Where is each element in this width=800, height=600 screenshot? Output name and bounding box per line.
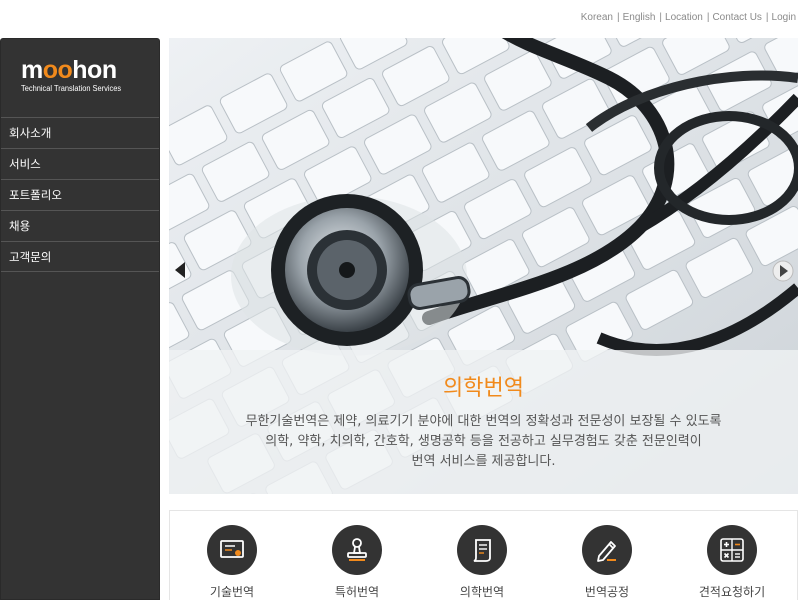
sidebar: moohon Technical Translation Services 회사… [0,38,160,600]
sidebar-item-services[interactable]: 서비스 [1,148,159,179]
chevron-right-icon [772,260,794,282]
location-link[interactable]: Location [665,12,703,23]
sidebar-item-label: 고객문의 [9,249,52,264]
separator: | [706,11,710,23]
hero-caption: 의학번역 무한기술번역은 제약, 의료기기 분야에 대한 번역의 정확성과 전문… [169,350,798,494]
chevron-left-icon [175,262,185,278]
top-links: Korean | English | Location | Contact Us… [581,10,796,24]
sidebar-item-label: 회사소개 [9,126,52,140]
services-bar: 기술번역 특허번역 의학번역 번역공정 견적요청하기 [169,510,798,600]
logo[interactable]: moohon Technical Translation Services [21,56,143,95]
service-label: 특허번역 [334,585,380,599]
hero-title: 의학번역 [443,376,524,401]
slider-prev-button[interactable] [171,260,191,280]
sidebar-item-portfolio[interactable]: 포트폴리오 [1,179,159,210]
sidebar-item-label: 포트폴리오 [9,188,62,202]
service-technical-translation[interactable]: 기술번역 [182,525,282,600]
separator: | [659,11,663,23]
calculator-icon [707,525,757,575]
hero-slider: 의학번역 무한기술번역은 제약, 의료기기 분야에 대한 번역의 정확성과 전문… [169,38,798,494]
sidebar-item-contact[interactable]: 고객문의 [1,241,159,272]
slider-next-button[interactable] [772,260,794,282]
separator: | [617,11,620,23]
service-medical-translation[interactable]: 의학번역 [432,525,532,600]
lang-english-link[interactable]: English [623,12,656,23]
sidebar-item-label: 채용 [9,219,31,233]
hero-description: 무한기술번역은 제약, 의료기기 분야에 대한 번역의 정확성과 전문성이 보장… [169,412,798,472]
certificate-icon [207,525,257,575]
service-label: 견적요청하기 [698,585,766,599]
logo-wordmark: moohon [21,56,117,84]
sidebar-menu: 회사소개 서비스 포트폴리오 채용 고객문의 [1,117,159,272]
service-label: 의학번역 [459,585,505,599]
hero-description-line: 무한기술번역은 제약, 의료기기 분야에 대한 번역의 정확성과 전문성이 보장… [245,414,722,429]
hero-description-line: 의학, 약학, 치의학, 간호학, 생명공학 등을 전공하고 실무경험도 갖춘 … [265,434,702,449]
lang-korean-link[interactable]: Korean [581,12,613,23]
logo-tagline: Technical Translation Services [21,84,122,93]
scroll-icon [457,525,507,575]
service-translation-process[interactable]: 번역공정 [557,525,657,600]
hero-description-line: 번역 서비스를 제공합니다. [411,454,556,469]
service-request-quote[interactable]: 견적요청하기 [682,525,782,600]
login-link[interactable]: Login [772,12,796,23]
pencil-icon [582,525,632,575]
separator: | [765,11,769,23]
service-label: 번역공정 [584,585,630,599]
stamp-icon [332,525,382,575]
sidebar-item-careers[interactable]: 채용 [1,210,159,241]
sidebar-item-company[interactable]: 회사소개 [1,117,159,148]
service-patent-translation[interactable]: 특허번역 [307,525,407,600]
contact-us-link[interactable]: Contact Us [712,12,761,23]
service-label: 기술번역 [209,585,255,599]
sidebar-item-label: 서비스 [9,157,41,171]
